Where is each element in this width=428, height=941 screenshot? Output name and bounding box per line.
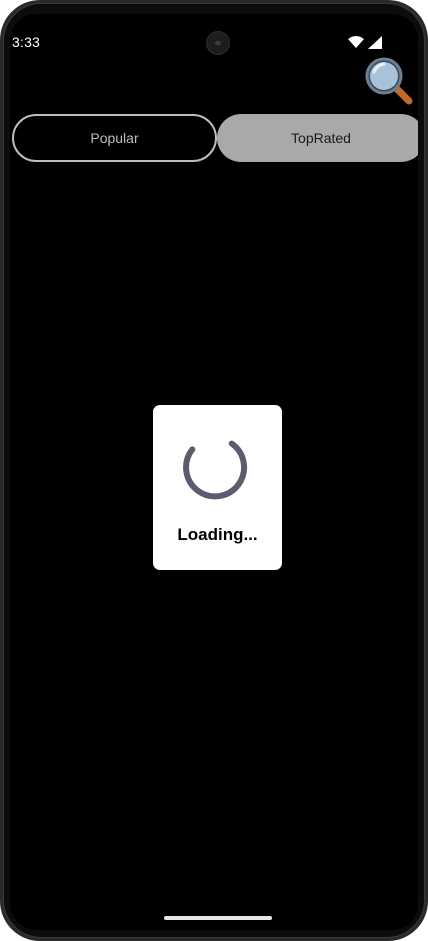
tab-popular[interactable]: Popular [12,114,217,162]
tab-bar: Popular TopRated [12,114,418,162]
front-camera [206,31,230,55]
status-icons [348,35,382,49]
loading-text: Loading... [177,525,258,544]
home-indicator[interactable] [164,916,272,920]
device-frame: 3:33 Popular TopRated Loading... [0,0,428,941]
app-screen: 3:33 Popular TopRated Loading... [10,14,418,930]
loading-spinner-icon [183,440,248,500]
tab-toprated[interactable]: TopRated [217,114,418,162]
wifi-icon [348,35,364,48]
tab-popular-label: Popular [90,130,139,146]
tab-toprated-label: TopRated [291,130,351,146]
magnifying-glass-icon [365,57,413,105]
loading-dialog: Loading... [153,405,282,570]
cellular-signal-icon [368,35,382,49]
status-bar: 3:33 [10,14,418,58]
status-time: 3:33 [12,34,41,50]
search-button[interactable] [362,54,416,108]
